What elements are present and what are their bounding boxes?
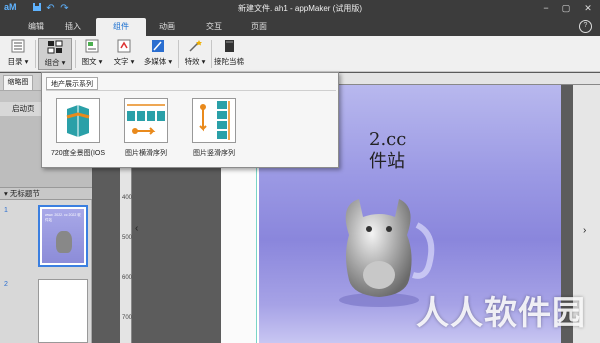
multimedia-icon xyxy=(152,40,164,52)
prev-page-arrow-icon[interactable]: ‹ xyxy=(135,223,138,234)
tab-animation[interactable]: 动画 xyxy=(142,18,192,36)
combo-dropdown-panel: 地产展示系列 720度全景图(IOS 图片横滑序列 图片竖滑序列 xyxy=(41,72,339,168)
page-thumbnail-preview: www. 2022. cc 2022 软件站 xyxy=(42,209,84,263)
page-number: 1 xyxy=(4,207,8,214)
title-bar: aM ↶ ↷ 新建文件. ah1 - appMaker (试用版) − ▢ ✕ xyxy=(0,0,600,17)
ribbon-divider xyxy=(211,40,212,68)
ribbon-divider xyxy=(178,40,179,68)
cover-title-line2: 件站 xyxy=(369,151,405,172)
close-button[interactable]: ✕ xyxy=(580,1,596,15)
page-thumbnail-2[interactable] xyxy=(38,279,88,343)
section-title: 无标题节 xyxy=(9,189,40,198)
horizontal-slide-label: 图片横滑序列 xyxy=(125,150,167,157)
text-icon xyxy=(117,39,131,53)
embed-doc-button[interactable]: 接陀当棉 xyxy=(213,38,245,70)
vertical-slide-item[interactable]: 图片竖滑序列 xyxy=(180,98,248,164)
effects-label: 特效 xyxy=(184,57,200,66)
image-text-button[interactable]: 图文 ▾ xyxy=(78,38,106,70)
ribbon-divider xyxy=(35,40,36,68)
embed-doc-label: 接陀当棉 xyxy=(214,57,244,66)
ribbon-divider xyxy=(75,40,76,68)
next-page-arrow-icon[interactable]: › xyxy=(583,225,586,236)
ruler-label: 700 xyxy=(122,315,133,321)
panorama-icon xyxy=(56,98,100,143)
toc-label: 目录 xyxy=(7,57,23,66)
lucky-cat-image xyxy=(56,231,72,253)
tab-interaction[interactable]: 交互 xyxy=(189,18,239,36)
ruler-label: 500 xyxy=(122,235,133,241)
text-label: 文字 xyxy=(113,57,129,66)
restore-button[interactable]: ▢ xyxy=(558,1,574,15)
tab-insert[interactable]: 插入 xyxy=(48,18,98,36)
section-header[interactable]: ▾ 无标题节 xyxy=(0,187,92,200)
category-tab[interactable]: 地产展示系列 xyxy=(46,77,98,90)
ruler-label: 600 xyxy=(122,275,133,281)
ribbon-tab-bar: 编辑 插入 组件 动画 交互 页面 ? xyxy=(0,17,600,36)
grid-icon xyxy=(47,40,63,54)
dropdown-header: 地产展示系列 xyxy=(46,77,336,91)
text-button[interactable]: 文字 ▾ xyxy=(110,38,138,70)
vertical-slide-icon xyxy=(192,98,236,143)
window-title: 新建文件. ah1 - appMaker (试用版) xyxy=(237,4,363,13)
panorama-label: 720度全景图(IOS xyxy=(50,150,106,157)
image-text-label: 图文 xyxy=(81,57,97,66)
horizontal-slide-item[interactable]: 图片横滑序列 xyxy=(112,98,180,164)
page-thumbnail-1[interactable]: www. 2022. cc 2022 软件站 xyxy=(38,205,88,267)
vertical-slide-label: 图片竖滑序列 xyxy=(193,150,235,157)
tab-thumbnails[interactable]: 缩略图 xyxy=(3,75,33,90)
effects-button[interactable]: 特效 ▾ xyxy=(181,38,209,70)
minimize-button[interactable]: − xyxy=(538,1,554,15)
multimedia-button[interactable]: 多媒体 ▾ xyxy=(141,38,175,70)
image-text-icon xyxy=(85,39,99,53)
combo-button[interactable]: 组合 ▾ xyxy=(38,38,72,70)
tab-page[interactable]: 页面 xyxy=(234,18,284,36)
help-icon[interactable]: ? xyxy=(579,20,592,33)
panorama-720-item[interactable]: 720度全景图(IOS xyxy=(44,98,112,164)
toc-button[interactable]: 目录 ▾ xyxy=(4,38,32,70)
page-thumbnail-text: www. 2022. cc 2022 软件站 xyxy=(45,213,81,222)
document-icon xyxy=(225,40,234,52)
horizontal-slide-icon xyxy=(124,98,168,143)
tab-components[interactable]: 组件 xyxy=(96,18,146,36)
ribbon-toolbar: 目录 ▾ 组合 ▾ 图文 ▾ 文字 ▾ 多媒体 ▾ 特效 ▾ 接陀当棉 xyxy=(0,36,600,72)
combo-label: 组合 xyxy=(44,58,60,67)
page-number: 2 xyxy=(4,281,8,288)
site-watermark: 人人软件园 xyxy=(416,293,586,332)
list-icon xyxy=(11,39,25,53)
magic-wand-icon xyxy=(189,40,202,52)
ruler-label: 400 xyxy=(122,195,133,201)
multimedia-label: 多媒体 xyxy=(143,57,167,66)
